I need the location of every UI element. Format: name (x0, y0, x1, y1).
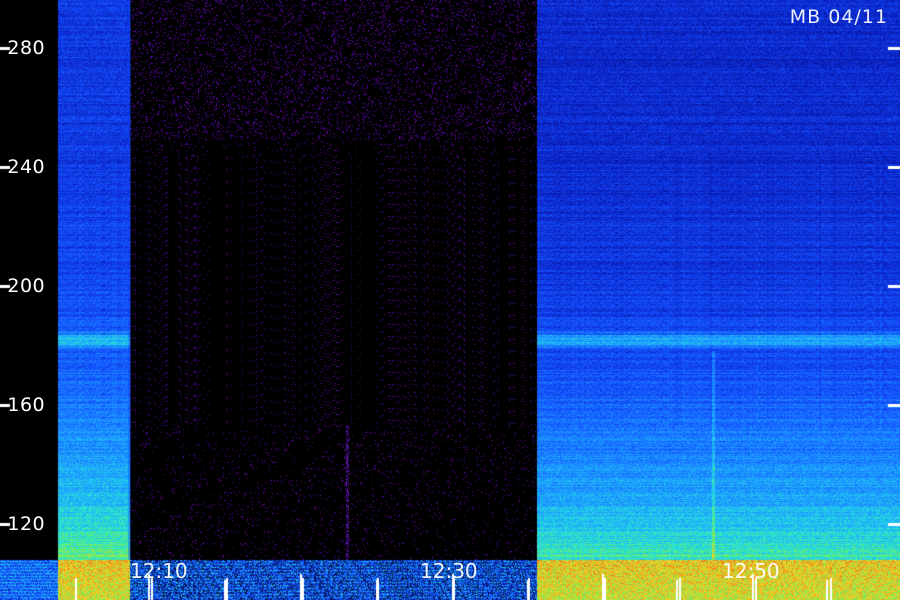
x-tick-label: 12:10 (130, 559, 188, 583)
x-tick-label: 12:50 (722, 559, 780, 583)
y-tick-label: -200 (0, 275, 46, 297)
x-tick-label: 12:30 (420, 559, 478, 583)
spectrogram-plot (0, 0, 900, 600)
y-tick-label: -160 (0, 394, 46, 416)
y-tick-label: -120 (0, 513, 46, 535)
spectrogram-chart: MB 04/11 -120 -160 -200 -240 -280 12:10 12:30… (0, 0, 900, 600)
chart-title: MB 04/11 (789, 6, 888, 28)
y-tick-label: -240 (0, 156, 46, 178)
y-tick-label: -280 (0, 37, 46, 59)
